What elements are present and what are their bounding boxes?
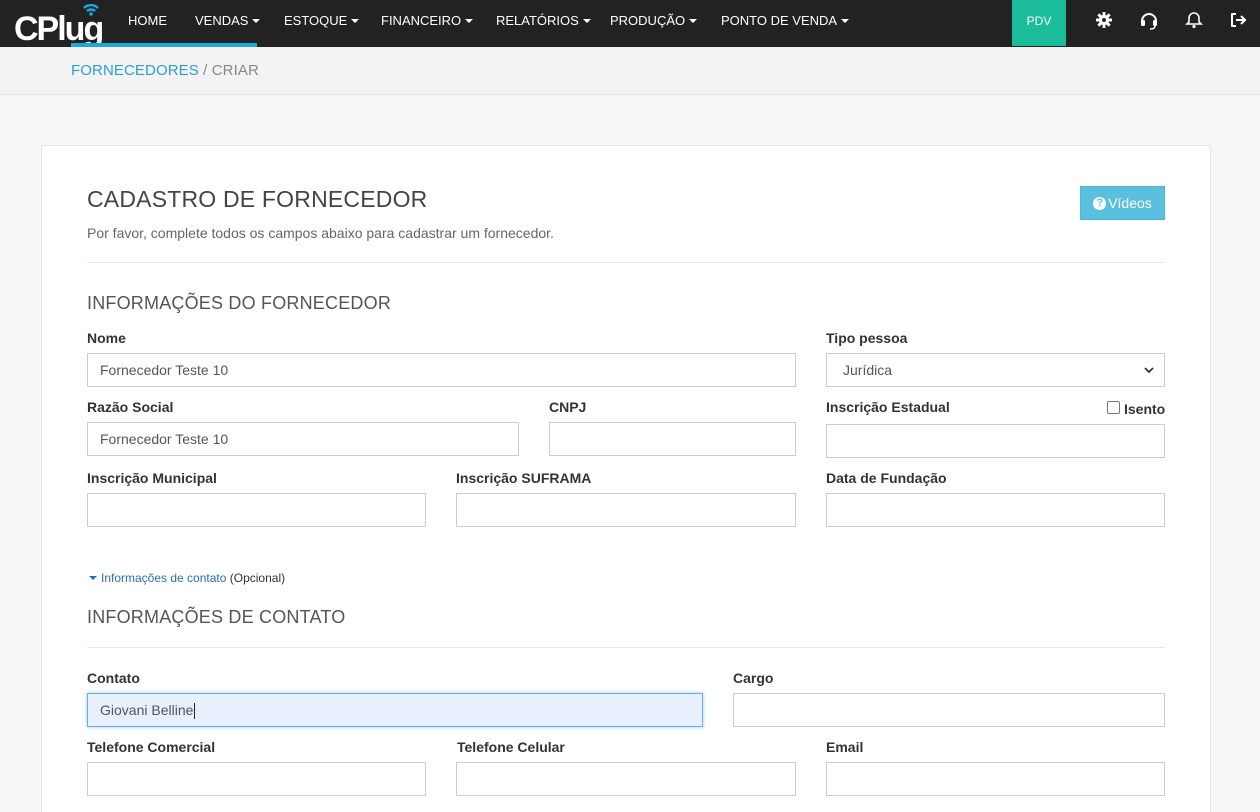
nome-input[interactable]: Fornecedor Teste 10 (87, 353, 796, 387)
label-data-fundacao: Data de Fundação (826, 470, 947, 486)
label-isento[interactable]: Isento (1124, 401, 1165, 417)
label-inscricao-municipal: Inscrição Municipal (87, 470, 217, 486)
page-subtitle: Por favor, complete todos os campos abai… (87, 225, 554, 241)
nav-producao[interactable]: PRODUÇÃO (610, 0, 698, 42)
label-inscricao-estadual: Inscrição Estadual (826, 399, 950, 415)
razao-social-input[interactable]: Fornecedor Teste 10 (87, 422, 519, 456)
breadcrumb-bar: FORNECEDORES / CRIAR (0, 47, 1260, 95)
label-contato: Contato (87, 670, 140, 686)
contact-info-toggle[interactable]: Informações de contato (Opcional) (89, 571, 285, 585)
gear-icon[interactable] (1094, 10, 1114, 30)
caret-down-icon (89, 575, 97, 580)
logout-icon[interactable] (1228, 10, 1248, 30)
telefone-celular-input[interactable] (456, 762, 796, 796)
contact-toggle-optional: (Opcional) (229, 571, 286, 585)
inscricao-municipal-input[interactable] (87, 493, 426, 527)
chevron-down-icon (1144, 367, 1154, 374)
label-telefone-celular: Telefone Celular (457, 739, 565, 755)
caret-down-icon (465, 18, 474, 23)
telefone-comercial-input[interactable] (87, 762, 426, 796)
top-navbar: CPlug HOME VENDAS ESTOQUE FINANCEIRO REL… (0, 0, 1260, 47)
cargo-input[interactable] (733, 693, 1165, 727)
caret-down-icon (252, 18, 261, 23)
videos-button[interactable]: ? Vídeos (1080, 186, 1165, 220)
label-cargo: Cargo (733, 670, 774, 686)
label-inscricao-suframa: Inscrição SUFRAMA (456, 470, 592, 486)
inscricao-suframa-input[interactable] (456, 493, 796, 527)
section-title-contato: INFORMAÇÕES DE CONTATO (87, 607, 346, 627)
headset-icon[interactable] (1139, 10, 1159, 30)
contato-value: Giovani Belline (100, 702, 194, 718)
nav-relatorios[interactable]: RELATÓRIOS (496, 0, 591, 42)
breadcrumb: FORNECEDORES / CRIAR (71, 62, 259, 79)
divider (87, 262, 1165, 263)
page-title: CADASTRO DE FORNECEDOR (87, 186, 428, 212)
label-cnpj: CNPJ (549, 399, 587, 415)
divider (87, 647, 1165, 648)
breadcrumb-fornecedores[interactable]: FORNECEDORES (71, 62, 199, 79)
contato-input[interactable]: Giovani Belline (87, 693, 703, 727)
caret-down-icon (351, 18, 360, 23)
data-fundacao-input[interactable] (826, 493, 1165, 527)
label-tipo-pessoa: Tipo pessoa (826, 330, 908, 346)
section-title-fornecedor: INFORMAÇÕES DO FORNECEDOR (87, 293, 392, 313)
label-telefone-comercial: Telefone Comercial (87, 739, 216, 755)
text-cursor (194, 703, 196, 720)
nav-financeiro[interactable]: FINANCEIRO (381, 0, 474, 42)
cplug-logo[interactable]: CPlug (14, 0, 106, 44)
caret-down-icon (582, 18, 591, 23)
videos-button-label: Vídeos (1108, 195, 1152, 211)
caret-down-icon (689, 18, 698, 23)
cnpj-input[interactable] (549, 422, 796, 456)
email-input[interactable] (826, 762, 1165, 796)
pdv-button[interactable]: PDV (1012, 0, 1066, 46)
question-circle-icon: ? (1093, 196, 1107, 210)
nav-vendas[interactable]: VENDAS (195, 0, 261, 42)
isento-checkbox[interactable] (1107, 401, 1120, 414)
label-email: Email (826, 739, 864, 755)
breadcrumb-current: CRIAR (211, 62, 259, 79)
nav-home[interactable]: HOME (128, 0, 167, 42)
breadcrumb-separator: / (203, 62, 208, 79)
tipo-pessoa-select[interactable]: Jurídica (826, 353, 1165, 387)
tipo-pessoa-selected: Jurídica (843, 362, 893, 378)
label-razao-social: Razão Social (87, 399, 174, 415)
svg-text:CPlug: CPlug (14, 10, 102, 44)
contact-toggle-link[interactable]: Informações de contato (101, 571, 226, 585)
nav-estoque[interactable]: ESTOQUE (284, 0, 360, 42)
nav-ponto-de-venda[interactable]: PONTO DE VENDA (721, 0, 850, 42)
breadcrumb-active-underline (71, 43, 257, 47)
inscricao-estadual-input[interactable] (826, 424, 1165, 458)
label-nome: Nome (87, 330, 126, 346)
caret-down-icon (841, 18, 850, 23)
bell-icon[interactable] (1184, 10, 1204, 30)
